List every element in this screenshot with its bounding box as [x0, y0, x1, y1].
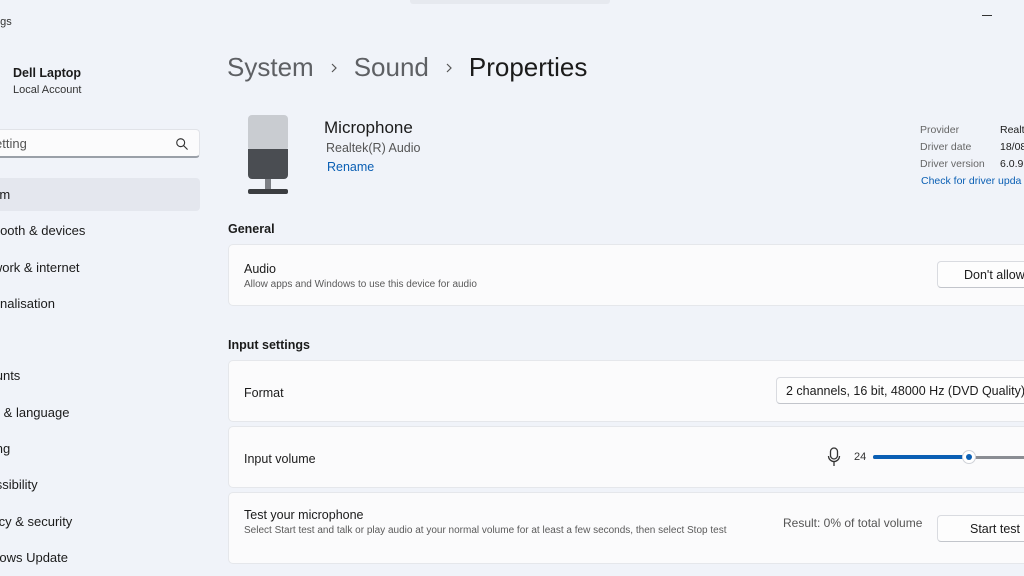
- sidebar-item-label: etwork & internet: [0, 259, 80, 275]
- minimize-button[interactable]: [970, 4, 1004, 26]
- sidebar-item-accessibility[interactable]: cessibility: [0, 468, 200, 501]
- search-input[interactable]: [0, 135, 165, 151]
- account-type: Local Account: [13, 84, 82, 96]
- microphone-icon[interactable]: [827, 447, 841, 467]
- driver-date-value: 18/08: [1000, 140, 1024, 153]
- test-result: Result: 0% of total volume: [783, 516, 923, 530]
- format-card: Format 2 channels, 16 bit, 48000 Hz (DVD…: [228, 360, 1024, 422]
- sidebar-item-apps[interactable]: ps: [0, 323, 200, 356]
- device-driver-name: Realtek(R) Audio: [326, 141, 421, 155]
- chevron-right-icon: [331, 63, 337, 72]
- sidebar-item-network-internet[interactable]: etwork & internet: [0, 251, 200, 284]
- sidebar-item-label: ivacy & security: [0, 513, 73, 529]
- general-section-title: General: [228, 222, 275, 236]
- sidebar-item-label: uetooth & devices: [0, 223, 86, 239]
- search-icon[interactable]: [175, 137, 189, 151]
- sidebar-item-label: rsonalisation: [0, 295, 55, 311]
- test-microphone-title: Test your microphone: [244, 508, 364, 522]
- volume-slider-thumb[interactable]: [962, 450, 976, 464]
- volume-slider[interactable]: [873, 450, 1024, 464]
- sidebar-item-accounts[interactable]: counts: [0, 359, 200, 392]
- sidebar-item-privacy-security[interactable]: ivacy & security: [0, 505, 200, 538]
- breadcrumb-system[interactable]: System: [227, 52, 314, 83]
- driver-version-label: Driver version: [920, 157, 985, 170]
- sidebar-nav: stem uetooth & devices etwork & internet…: [0, 178, 200, 576]
- sidebar-item-gaming[interactable]: ming: [0, 432, 200, 465]
- test-microphone-description: Select Start test and talk or play audio…: [244, 525, 727, 536]
- input-volume-label: Input volume: [244, 452, 316, 466]
- volume-value: 24: [854, 451, 867, 463]
- volume-slider-fill: [873, 455, 969, 459]
- provider-value: Realt: [1000, 123, 1024, 136]
- audio-card: Audio Allow apps and Windows to use this…: [228, 244, 1024, 306]
- sidebar-item-personalisation[interactable]: rsonalisation: [0, 287, 200, 320]
- sidebar-item-time-language[interactable]: me & language: [0, 396, 200, 429]
- sidebar-item-label: stem: [0, 187, 11, 202]
- search-box[interactable]: [0, 129, 200, 158]
- input-settings-section-title: Input settings: [228, 338, 310, 352]
- account-info[interactable]: Dell Laptop Local Account: [13, 66, 82, 96]
- audio-description: Allow apps and Windows to use this devic…: [244, 279, 477, 290]
- rename-link[interactable]: Rename: [327, 160, 374, 174]
- breadcrumb-sound[interactable]: Sound: [354, 52, 429, 83]
- check-driver-updates-link[interactable]: Check for driver upda: [921, 175, 1021, 187]
- title-bar-handle[interactable]: [410, 0, 610, 4]
- driver-date-label: Driver date: [920, 140, 972, 153]
- sidebar-item-label: me & language: [0, 404, 70, 420]
- chevron-right-icon: [446, 63, 452, 72]
- provider-label: Provider: [920, 123, 960, 136]
- microphone-device-icon: [248, 115, 288, 194]
- test-microphone-card: Test your microphone Select Start test a…: [228, 492, 1024, 564]
- breadcrumb-properties: Properties: [468, 52, 588, 82]
- dont-allow-button[interactable]: Don't allow: [937, 261, 1024, 288]
- window-title: ngs: [0, 16, 12, 28]
- sidebar-item-bluetooth-devices[interactable]: uetooth & devices: [0, 214, 200, 247]
- sidebar-item-windows-update[interactable]: indows Update: [0, 541, 200, 574]
- driver-version-value: 6.0.9: [1000, 157, 1024, 170]
- device-name: Microphone: [324, 118, 413, 137]
- sidebar-item-label: indows Update: [0, 549, 68, 565]
- minimize-icon: [982, 14, 992, 16]
- sidebar-item-label: ming: [0, 441, 11, 457]
- audio-title: Audio: [244, 262, 276, 276]
- format-label: Format: [244, 386, 284, 400]
- breadcrumb: System Sound Properties: [227, 52, 587, 83]
- start-test-button[interactable]: Start test: [937, 515, 1024, 542]
- sidebar-item-label: counts: [0, 368, 21, 384]
- account-name: Dell Laptop: [13, 66, 82, 80]
- sidebar-item-system[interactable]: stem: [0, 178, 200, 211]
- sidebar-item-label: cessibility: [0, 477, 38, 493]
- input-volume-card: Input volume 24: [228, 426, 1024, 488]
- driver-info: Provider Realt Driver date 18/08 Driver ve…: [920, 121, 1024, 172]
- format-dropdown[interactable]: 2 channels, 16 bit, 48000 Hz (DVD Qualit…: [776, 377, 1024, 404]
